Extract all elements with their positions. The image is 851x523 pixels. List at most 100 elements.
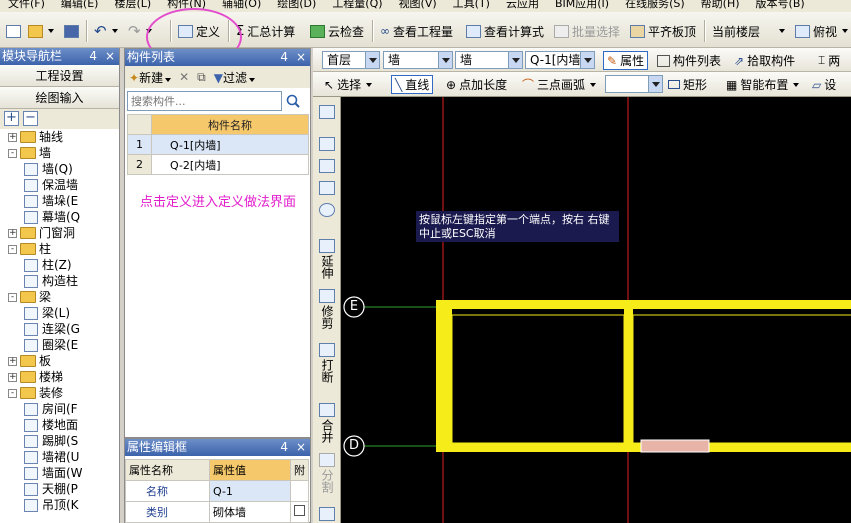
tree-item[interactable]: 墙(Q) [0,161,119,177]
open-folder-icon[interactable] [28,20,54,42]
expand-icon[interactable]: + [8,228,17,238]
menu-item[interactable]: 构件(N) [167,0,206,9]
search-input[interactable] [127,91,282,111]
tree-item[interactable]: 构造柱 [0,273,119,289]
collapse-icon[interactable]: - [8,292,17,302]
break-button[interactable]: 打断 [316,343,338,386]
property-row[interactable]: 类别 砌体墙 [125,501,309,523]
menu-item[interactable]: 工程量(Q) [332,0,382,9]
pin-icon[interactable]: 4 [89,48,97,65]
tree-item[interactable]: 墙垛(E [0,193,119,209]
tree-item[interactable]: 梁(L) [0,305,119,321]
mirror-icon[interactable] [316,159,338,175]
save-icon[interactable] [64,20,79,42]
expand-all-icon[interactable]: + [4,111,19,126]
menu-item[interactable]: 视图(V) [399,0,437,9]
tree-item[interactable]: -梁 [0,289,119,305]
tree-item[interactable]: 保温墙 [0,177,119,193]
view-quantity-button[interactable]: ∞ 查看工程量 [380,20,453,42]
add-length-button[interactable]: ⊕ 点加长度 [443,75,510,94]
component-list-button[interactable]: 构件列表 [654,51,724,70]
brush-icon[interactable] [316,105,338,121]
more-icon[interactable] [316,507,338,523]
menu-item[interactable]: 楼层(L) [114,0,151,9]
menu-item[interactable]: 云应用 [506,0,539,9]
copy-icon[interactable]: ⧉ [197,70,206,85]
view-formula-button[interactable]: 查看计算式 [466,20,544,42]
view-button[interactable]: 俯视 [795,20,849,42]
tree-item[interactable]: + 楼梯 [0,369,119,385]
undo-icon[interactable]: ↶ [94,20,118,42]
cloud-check-button[interactable]: 云检查 [310,20,364,42]
collapse-icon[interactable]: - [8,388,17,398]
floor-dropdown-icon[interactable] [777,20,785,42]
flush-top-button[interactable]: 平齐板顶 [630,20,696,42]
tree-item[interactable]: + 门窗洞 [0,225,119,241]
menu-item[interactable]: 辅轴(O) [222,0,261,9]
collapse-icon[interactable]: - [8,244,17,254]
tree-item[interactable]: 房间(F [0,401,119,417]
arc-option-select[interactable] [605,75,663,93]
pin-icon[interactable]: 4 [280,439,288,456]
tree-item[interactable]: 幕墙(Q [0,209,119,225]
tree-item[interactable]: - 装修 [0,385,119,401]
delete-icon[interactable]: ✕ [179,70,189,84]
tree-item[interactable]: 踢脚(S [0,433,119,449]
menu-item[interactable]: 编辑(E) [61,0,99,9]
table-row[interactable]: 2 Q-2[内墙] [127,154,309,175]
two-button[interactable]: ⌶ 两 [815,51,843,70]
tree-item[interactable]: + 板 [0,353,119,369]
tree-item[interactable]: -墙 [0,145,119,161]
tree-item[interactable]: 柱(Z) [0,257,119,273]
menu-item[interactable]: 版本号(B) [756,0,805,9]
search-icon[interactable] [282,91,304,111]
close-icon[interactable]: × [296,439,306,456]
new-file-icon[interactable] [6,20,21,42]
pin-icon[interactable]: 4 [280,49,288,66]
tree-item[interactable]: 连梁(G [0,321,119,337]
table-row[interactable]: 1 Q-1[内墙] [127,134,309,155]
merge-button[interactable]: 合并 [316,403,338,446]
close-icon[interactable]: × [105,48,115,65]
three-point-arc-button[interactable]: ⌒ 三点画弧 [519,75,599,94]
expand-icon[interactable]: + [8,372,17,382]
tree-item[interactable]: 墙面(W [0,465,119,481]
project-settings-button[interactable]: 工程设置 [0,65,119,87]
settings-button[interactable]: ▱ 设 [809,75,839,94]
tree-item[interactable]: 天棚(P [0,481,119,497]
select-button[interactable]: ↖ 选择 [321,75,375,94]
drawing-canvas[interactable]: E D [341,97,851,523]
property-row[interactable]: 名称 Q-1 [125,480,309,502]
pick-component-button[interactable]: ⇗ 拾取构件 [731,51,798,70]
tree-item[interactable]: 吊顶(K [0,497,119,513]
tree-item[interactable]: -柱 [0,241,119,257]
tree-item[interactable]: 墙裙(U [0,449,119,465]
line-button[interactable]: ╲ 直线 [391,75,434,94]
trim-button[interactable]: 修剪 [316,289,338,332]
checkbox[interactable] [294,505,305,516]
tree-item[interactable]: 圈梁(E [0,337,119,353]
drawing-input-button[interactable]: 绘图输入 [0,87,119,109]
new-component-button[interactable]: ✦新建 [129,69,172,86]
menu-item[interactable]: 工具(T) [453,0,490,9]
menu-item[interactable]: 文件(F) [8,0,45,9]
expand-icon[interactable]: + [8,132,17,142]
property-button[interactable]: ✎ 属性 [603,51,649,70]
tree-item[interactable]: 楼地面 [0,417,119,433]
copy-tool-icon[interactable] [316,137,338,153]
subtype-select[interactable]: 墙 [455,51,523,69]
menu-item[interactable]: BIM应用(I) [555,0,609,9]
move-icon[interactable] [316,181,338,197]
collapse-all-icon[interactable]: − [23,111,38,126]
extend-button[interactable]: 延伸 [316,239,338,282]
type-select[interactable]: 墙 [383,51,453,69]
floor-select[interactable]: 首层 [322,51,380,69]
component-select[interactable]: Q-1[内墙] [525,51,595,69]
current-floor-button[interactable]: 当前楼层 [712,20,760,42]
menu-item[interactable]: 在线服务(S) [625,0,685,9]
rotate-icon[interactable] [316,203,338,219]
smart-layout-button[interactable]: ▦ 智能布置 [723,75,802,94]
menu-item[interactable]: 绘图(D) [277,0,316,9]
rectangle-button[interactable]: 矩形 [665,75,710,94]
filter-button[interactable]: ▼过滤 [214,69,255,86]
